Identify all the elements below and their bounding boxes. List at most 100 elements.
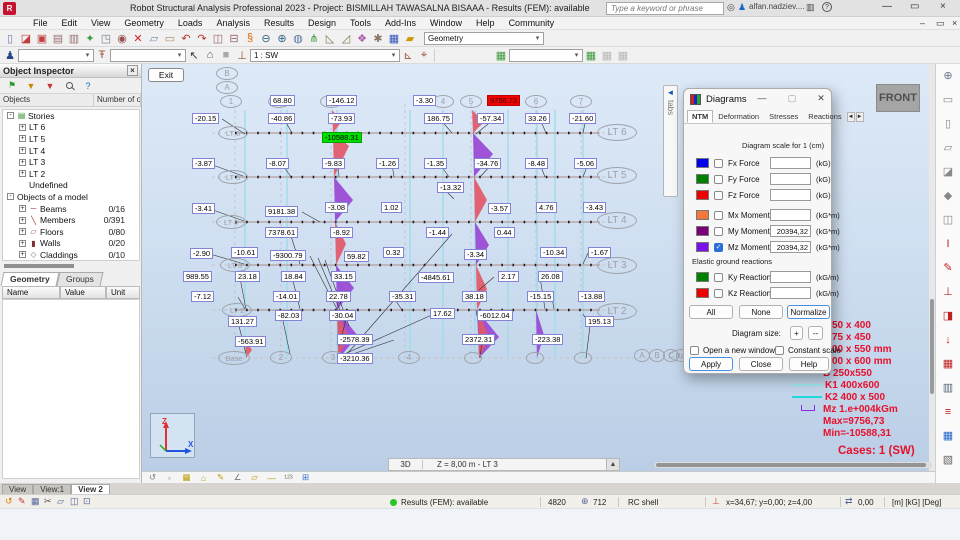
expand-icon[interactable]: + <box>19 123 26 131</box>
snap-numbers-icon[interactable]: ¹²³ <box>282 472 295 483</box>
mx-moment-input[interactable] <box>770 209 811 221</box>
none-button[interactable]: None <box>739 305 783 319</box>
gray-box-icon[interactable]: ■ <box>218 48 234 63</box>
constant-scale-checkbox[interactable] <box>775 345 784 355</box>
buildings-gray-icon[interactable]: ▦ <box>599 48 615 63</box>
scrollbar-thumb[interactable] <box>930 299 934 394</box>
tab-geometry[interactable]: Geometry <box>0 272 60 286</box>
all-button[interactable]: All <box>689 305 733 319</box>
screen-capture-icon[interactable]: ◉ <box>114 31 130 46</box>
building2-icon[interactable]: ▦ <box>583 48 599 63</box>
level-icon[interactable]: ⊾ <box>400 48 416 63</box>
filter-icon[interactable]: ▼ <box>23 78 39 93</box>
fy-force-input[interactable] <box>770 173 811 185</box>
close-button[interactable]: × <box>940 1 946 12</box>
dialog-tab-deformation[interactable]: Deformation <box>713 110 764 123</box>
snap-grid-icon[interactable]: ▦ <box>180 472 193 483</box>
value-column-header[interactable]: Value <box>60 286 106 299</box>
fx-force-checkbox[interactable] <box>714 158 723 168</box>
help-button[interactable]: Help <box>789 357 829 371</box>
export-icon[interactable]: ✦ <box>82 31 98 46</box>
view-tab-1[interactable]: View:1 <box>33 484 72 494</box>
expand-left-icon[interactable]: ◄ <box>667 88 675 97</box>
expand-icon[interactable]: + <box>19 228 26 236</box>
status-copy-icon[interactable]: ▱ <box>57 496 64 507</box>
snap-house-icon[interactable]: ⌂ <box>197 472 210 483</box>
expand-icon[interactable]: + <box>19 170 26 178</box>
bar-load-icon[interactable]: ▦ <box>940 356 957 371</box>
menu-item-community[interactable]: Community <box>502 18 562 28</box>
zoom-out-icon[interactable]: ⊖ <box>258 31 274 46</box>
units-indicator[interactable]: [m] [kG] [Deg] <box>892 498 941 507</box>
open-new-window-option[interactable]: Open a new window <box>690 344 775 356</box>
menu-item-file[interactable]: File <box>26 18 55 28</box>
mx-moment-checkbox[interactable] <box>714 210 723 220</box>
load-case-selector[interactable]: 1 : SW ▾ <box>250 48 400 62</box>
snap-point-icon[interactable]: ▫ <box>163 472 176 483</box>
status-window2-icon[interactable]: ⊡ <box>83 496 91 507</box>
snap-parallel-icon[interactable]: ▱ <box>248 472 261 483</box>
buildings-gray2-icon[interactable]: ▦ <box>615 48 631 63</box>
status-refresh-icon[interactable]: ↺ <box>5 496 13 507</box>
select-person-icon[interactable]: ♟ <box>2 48 18 63</box>
bar-selection-combo[interactable]: ▾ <box>110 48 186 62</box>
tab-groups[interactable]: Groups <box>56 272 104 286</box>
view-mode[interactable]: 3D <box>389 460 423 469</box>
expand-icon[interactable]: + <box>19 205 26 213</box>
apply-button[interactable]: Apply <box>689 357 733 371</box>
status-window-icon[interactable]: ◫ <box>70 496 79 507</box>
bar-icon[interactable]: ▭ <box>940 92 957 107</box>
tree-item-floors[interactable]: + ▱ Floors 0/80 <box>3 226 139 238</box>
snap-advanced-icon[interactable]: ⊞ <box>299 472 312 483</box>
menu-item-view[interactable]: View <box>84 18 117 28</box>
tree-item-members[interactable]: + ╲ Members 0/391 <box>3 214 139 226</box>
tab-scroll-right-icon[interactable]: ► <box>855 112 864 122</box>
calculator-icon[interactable]: ▦ <box>940 428 957 443</box>
binoculars-icon[interactable]: ◎ <box>727 2 735 13</box>
exit-button[interactable]: Exit <box>148 68 184 82</box>
new-file-icon[interactable]: ▯ <box>2 31 18 46</box>
mdi-close-button[interactable]: × <box>952 18 957 28</box>
level-up-button[interactable]: ▲ <box>606 459 619 470</box>
slab-icon[interactable]: ▱ <box>940 140 957 155</box>
snap-pencil-icon[interactable]: ✎ <box>214 472 227 483</box>
find-doc-icon[interactable]: ◳ <box>98 31 114 46</box>
open-new-window-checkbox[interactable] <box>690 345 699 355</box>
axis-def-icon[interactable]: ⊕ <box>940 68 957 83</box>
dialog-close-button[interactable]: ✕ <box>815 93 827 104</box>
menu-item-addins[interactable]: Add-Ins <box>378 18 423 28</box>
collapsed-tabs-handle[interactable]: ◄ tabs <box>663 85 678 197</box>
delete-icon[interactable]: ✕ <box>130 31 146 46</box>
story-selector[interactable]: ▾ <box>509 48 583 62</box>
tree-item-lt-4[interactable]: + LT 4 <box>3 145 139 157</box>
count-column-header[interactable]: Number of o. <box>94 94 141 106</box>
menu-item-analysis[interactable]: Analysis <box>209 18 257 28</box>
print-preview-icon[interactable]: ▥ <box>66 31 82 46</box>
tree-item-claddings[interactable]: + ◇ Claddings 0/10 <box>3 249 139 260</box>
menu-item-loads[interactable]: Loads <box>171 18 210 28</box>
normalize-button[interactable]: Normalize <box>787 305 830 319</box>
world-icon[interactable]: ◍ <box>290 31 306 46</box>
dialog-title-bar[interactable]: Diagrams — ▢ ✕ <box>684 89 831 109</box>
material-icon[interactable]: ✎ <box>940 260 957 275</box>
layout-selector[interactable]: Geometry ▾ <box>424 31 544 45</box>
scrollbar-thumb[interactable] <box>656 463 926 467</box>
expand-icon[interactable]: + <box>19 239 26 247</box>
horizontal-scrollbar[interactable] <box>654 462 932 468</box>
dialog-maximize-button[interactable]: ▢ <box>786 93 798 104</box>
view-cube-front[interactable]: FRONT <box>876 84 920 112</box>
menu-item-design[interactable]: Design <box>301 18 343 28</box>
redo-icon[interactable]: ↷ <box>194 31 210 46</box>
dialog-tab-stresses[interactable]: Stresses <box>764 110 803 123</box>
menu-item-tools[interactable]: Tools <box>343 18 378 28</box>
collapse-icon[interactable]: - <box>7 112 14 120</box>
volume-icon[interactable]: ◆ <box>940 188 957 203</box>
size-minus-button[interactable]: -- <box>808 326 823 340</box>
levels-icon[interactable]: ≡ <box>940 404 957 419</box>
menu-item-help[interactable]: Help <box>469 18 502 28</box>
ky-reaction-checkbox[interactable] <box>714 272 723 282</box>
pointer-icon[interactable]: ↖ <box>186 48 202 63</box>
menu-item-geometry[interactable]: Geometry <box>117 18 171 28</box>
kz-reaction-input[interactable] <box>770 287 811 299</box>
object-icon[interactable]: ◫ <box>940 212 957 227</box>
